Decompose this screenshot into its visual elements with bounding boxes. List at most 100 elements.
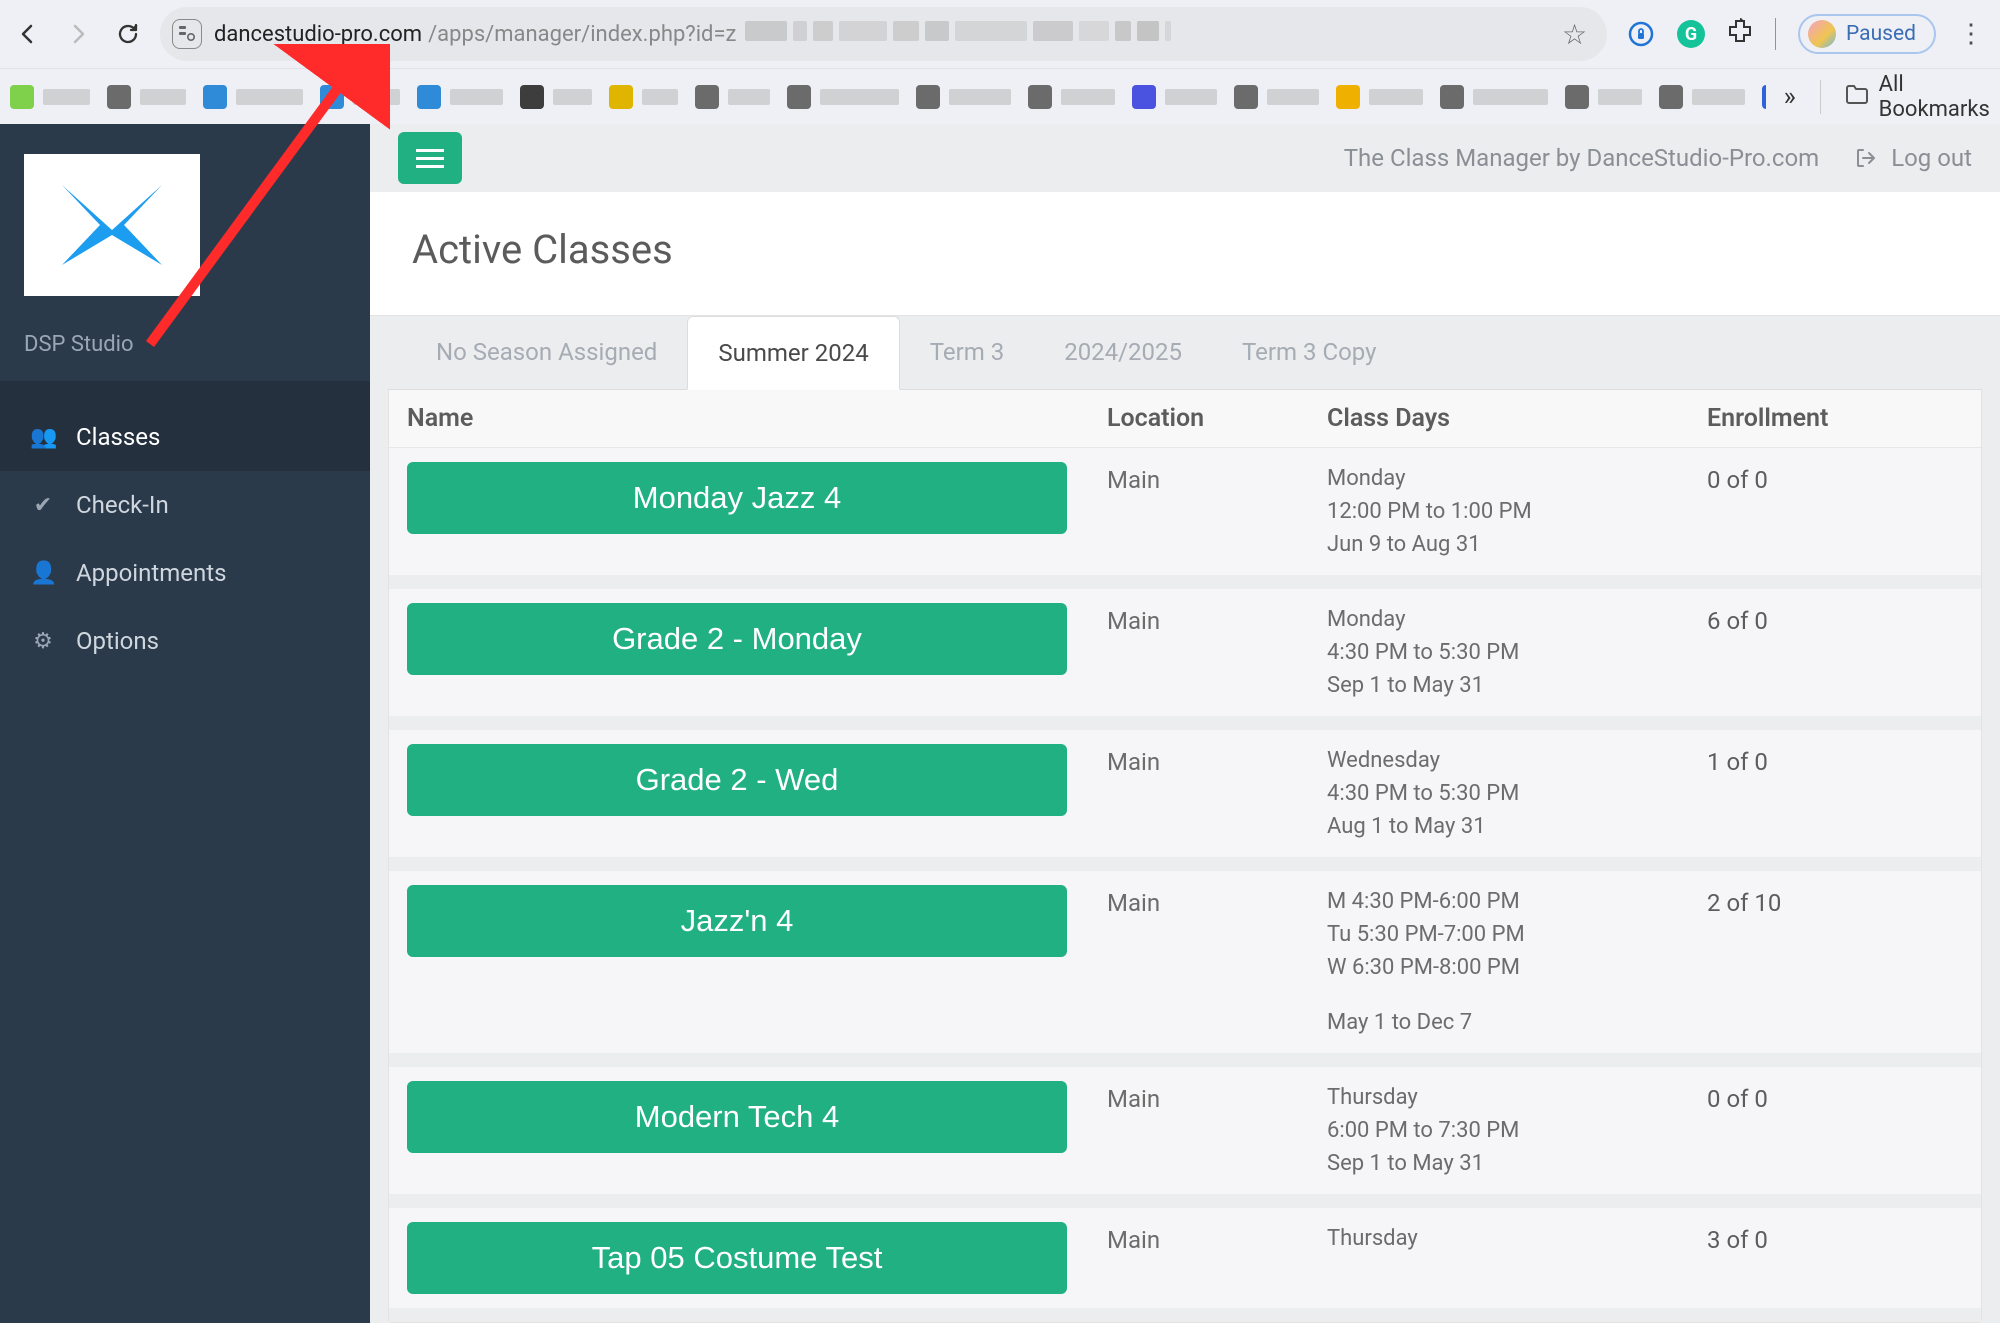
menu-toggle-button[interactable] bbox=[398, 132, 462, 184]
bookmark-star-icon[interactable]: ☆ bbox=[1562, 18, 1587, 51]
bookmark-favicon bbox=[520, 85, 544, 109]
class-days-cell: Wednesday4:30 PM to 5:30 PMAug 1 to May … bbox=[1327, 744, 1707, 843]
bookmark-favicon bbox=[1762, 85, 1766, 109]
sidebar-item-label: Classes bbox=[76, 423, 160, 451]
bookmarks-bar: » All Bookmarks bbox=[0, 68, 2000, 124]
hamburger-icon bbox=[416, 157, 444, 160]
bookmark-item[interactable] bbox=[1234, 85, 1322, 109]
browser-menu-kebab-icon[interactable]: ⋮ bbox=[1958, 19, 1984, 49]
bookmark-item[interactable] bbox=[1762, 85, 1766, 109]
logo-block bbox=[0, 124, 370, 316]
bookmark-favicon bbox=[1565, 85, 1589, 109]
bookmarks-overflow-chevron-icon[interactable]: » bbox=[1784, 82, 1796, 112]
forward-button[interactable] bbox=[60, 16, 96, 52]
sidebar-item-appointments[interactable]: 👤Appointments bbox=[0, 539, 370, 607]
back-button[interactable] bbox=[10, 16, 46, 52]
sidebar-item-label: Appointments bbox=[76, 559, 227, 587]
bookmark-favicon bbox=[107, 85, 131, 109]
bookmark-item[interactable] bbox=[916, 85, 1014, 109]
location-cell: Main bbox=[1107, 603, 1327, 702]
all-bookmarks-button[interactable]: All Bookmarks bbox=[1845, 72, 1990, 122]
class-button[interactable]: Tap 05 Costume Test bbox=[407, 1222, 1067, 1294]
tab-term-3[interactable]: Term 3 bbox=[900, 316, 1035, 389]
location-cell: Main bbox=[1107, 744, 1327, 843]
location-cell: Main bbox=[1107, 885, 1327, 1039]
sidebar-item-check-in[interactable]: ✔ Check-In bbox=[0, 471, 370, 539]
bookmark-item[interactable] bbox=[1440, 85, 1551, 109]
class-days-cell: Thursday bbox=[1327, 1222, 1707, 1294]
main: The Class Manager by DanceStudio-Pro.com… bbox=[370, 124, 2000, 1323]
sidebar-item-options[interactable]: ⚙Options bbox=[0, 607, 370, 675]
app: DSP Studio 👥Classes✔Check-In👤Appointment… bbox=[0, 124, 2000, 1323]
location-cell: Main bbox=[1107, 1222, 1327, 1294]
bookmark-favicon bbox=[609, 85, 633, 109]
privacy-lock-icon[interactable] bbox=[1627, 20, 1655, 48]
bookmark-item[interactable] bbox=[203, 85, 306, 109]
sidebar-item-classes[interactable]: 👥 Classes bbox=[0, 403, 370, 471]
bookmark-item[interactable] bbox=[787, 85, 902, 109]
bookmark-item[interactable] bbox=[10, 85, 93, 109]
studio-logo[interactable] bbox=[24, 154, 200, 296]
bookmark-item[interactable] bbox=[520, 85, 595, 109]
table-row: Grade 2 - MondayMainMonday4:30 PM to 5:3… bbox=[389, 589, 1981, 730]
class-button[interactable]: Grade 2 - Wed bbox=[407, 744, 1067, 816]
bookmark-item[interactable] bbox=[1132, 85, 1220, 109]
sidebar-item-label: Options bbox=[76, 627, 159, 655]
address-bar[interactable]: dancestudio-pro.com/apps/manager/index.p… bbox=[160, 7, 1607, 61]
site-settings-icon[interactable] bbox=[172, 19, 202, 49]
bookmark-favicon bbox=[417, 85, 441, 109]
users-icon: 👥 bbox=[30, 425, 56, 450]
url-text: dancestudio-pro.com/apps/manager/index.p… bbox=[214, 21, 1550, 47]
paused-label: Paused bbox=[1846, 22, 1916, 46]
bookmark-item[interactable] bbox=[417, 85, 506, 109]
bookmark-item[interactable] bbox=[695, 85, 773, 109]
sidebar: DSP Studio 👥Classes✔Check-In👤Appointment… bbox=[0, 124, 370, 1323]
logout-link[interactable]: Log out bbox=[1855, 144, 1972, 172]
tab-summer-2024[interactable]: Summer 2024 bbox=[687, 316, 899, 390]
bookmark-favicon bbox=[1440, 85, 1464, 109]
profile-paused-pill[interactable]: Paused bbox=[1798, 14, 1936, 54]
table-row: Modern Tech 4MainThursday6:00 PM to 7:30… bbox=[389, 1067, 1981, 1208]
bookmark-favicon bbox=[203, 85, 227, 109]
profile-avatar bbox=[1808, 20, 1836, 48]
enrollment-cell: 3 of 0 bbox=[1707, 1222, 1963, 1294]
class-button[interactable]: Modern Tech 4 bbox=[407, 1081, 1067, 1153]
brand-text: The Class Manager by DanceStudio-Pro.com bbox=[1344, 144, 1819, 172]
th-enrollment: Enrollment bbox=[1707, 404, 1963, 433]
bookmark-favicon bbox=[1028, 85, 1052, 109]
app-topbar: The Class Manager by DanceStudio-Pro.com… bbox=[370, 124, 2000, 192]
bookmark-item[interactable] bbox=[1336, 85, 1426, 109]
tab-term-3-copy[interactable]: Term 3 Copy bbox=[1212, 316, 1406, 389]
tab-2024-2025[interactable]: 2024/2025 bbox=[1034, 316, 1212, 389]
bookmark-item[interactable] bbox=[1028, 85, 1118, 109]
bookmark-favicon bbox=[1132, 85, 1156, 109]
bookmark-item[interactable] bbox=[1659, 85, 1748, 109]
check-icon: ✔ bbox=[30, 493, 56, 518]
enrollment-cell: 2 of 10 bbox=[1707, 885, 1963, 1039]
th-name: Name bbox=[407, 404, 1107, 433]
tab-no-season-assigned[interactable]: No Season Assigned bbox=[406, 316, 687, 389]
bookmark-item[interactable] bbox=[107, 85, 189, 109]
bookmark-item[interactable] bbox=[320, 85, 403, 109]
extensions-icon[interactable] bbox=[1727, 18, 1753, 50]
table-row: Grade 2 - Wed MainWednesday4:30 PM to 5:3… bbox=[389, 730, 1981, 871]
sidebar-item-label: Check-In bbox=[76, 491, 169, 519]
bookmark-item[interactable] bbox=[1565, 85, 1645, 109]
bookmark-item[interactable] bbox=[609, 85, 681, 109]
bookmark-favicon bbox=[1659, 85, 1683, 109]
enrollment-cell: 0 of 0 bbox=[1707, 462, 1963, 561]
logout-icon bbox=[1855, 147, 1877, 169]
grammarly-icon[interactable]: G bbox=[1677, 20, 1705, 48]
table-row: Jazz'n 4MainM 4:30 PM-6:00 PMTu 5:30 PM-… bbox=[389, 871, 1981, 1067]
bookmark-favicon bbox=[10, 85, 34, 109]
class-days-cell: Monday12:00 PM to 1:00 PMJun 9 to Aug 31 bbox=[1327, 462, 1707, 561]
bookmark-favicon bbox=[320, 85, 344, 109]
class-button[interactable]: Jazz'n 4 bbox=[407, 885, 1067, 957]
class-button[interactable]: Monday Jazz 4 bbox=[407, 462, 1067, 534]
reload-button[interactable] bbox=[110, 16, 146, 52]
page-title: Active Classes bbox=[412, 226, 1958, 273]
class-button[interactable]: Grade 2 - Monday bbox=[407, 603, 1067, 675]
bookmark-favicon bbox=[1336, 85, 1360, 109]
location-cell: Main bbox=[1107, 1081, 1327, 1180]
toolbar-right-icons: G Paused ⋮ bbox=[1621, 14, 1990, 54]
